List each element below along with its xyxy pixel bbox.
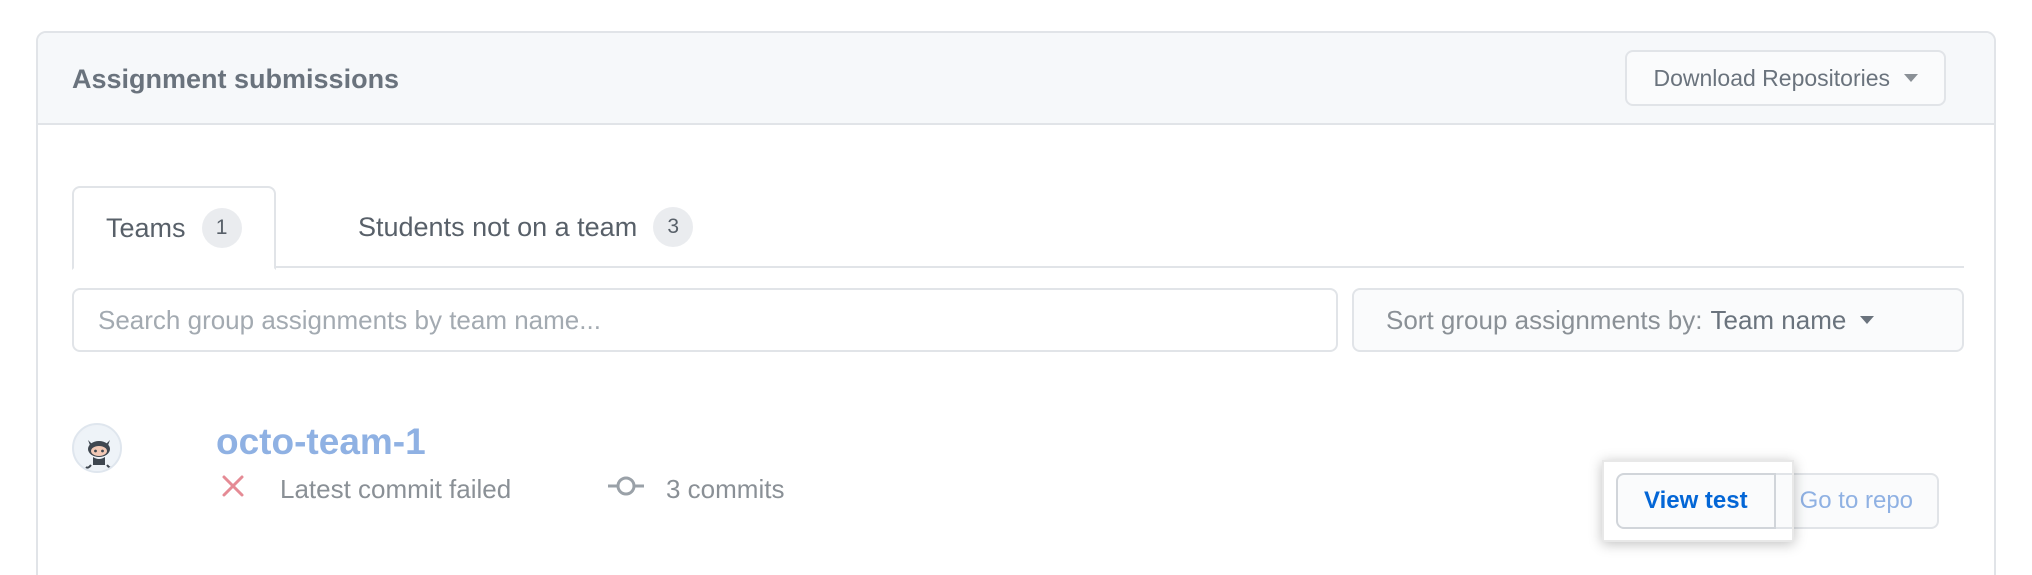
tab-label: Students not on a team bbox=[358, 211, 638, 242]
commit-count-text: 3 commits bbox=[666, 474, 785, 504]
caret-down-icon bbox=[1904, 74, 1918, 82]
view-test-button[interactable]: View test bbox=[1616, 473, 1776, 529]
tab-count-badge: 1 bbox=[201, 208, 242, 248]
commit-status-text: Latest commit failed bbox=[280, 474, 512, 504]
panel-title: Assignment submissions bbox=[72, 64, 400, 94]
panel-header: Assignment submissions Download Reposito… bbox=[38, 33, 1994, 125]
sort-value: Team name bbox=[1710, 304, 1847, 335]
go-to-repo-button[interactable]: Go to repo bbox=[1775, 473, 1940, 529]
commit-count: 3 commits bbox=[606, 473, 784, 506]
caret-down-icon bbox=[1860, 316, 1875, 324]
octocat-avatar-icon bbox=[72, 423, 122, 473]
download-repositories-label: Download Repositories bbox=[1653, 64, 1890, 91]
commit-status: Latest commit failed bbox=[220, 473, 511, 506]
tab-count-badge: 3 bbox=[653, 207, 694, 247]
sort-label: Sort group assignments by: bbox=[1386, 304, 1703, 335]
git-commit-icon bbox=[606, 473, 646, 506]
assignment-submissions-panel: Assignment submissions Download Reposito… bbox=[36, 31, 1996, 575]
tab-label: Teams bbox=[106, 212, 186, 243]
tab-students-not-on-team[interactable]: Students not on a team 3 bbox=[326, 186, 725, 268]
search-input[interactable] bbox=[72, 288, 1338, 352]
row-actions: View test Go to repo bbox=[1616, 473, 1940, 529]
submission-tabs: Teams 1 Students not on a team 3 bbox=[72, 156, 1964, 270]
sort-dropdown[interactable]: Sort group assignments by: Team name bbox=[1352, 288, 1964, 352]
team-name-link[interactable]: octo-team-1 bbox=[216, 421, 426, 463]
x-icon bbox=[220, 473, 246, 506]
download-repositories-button[interactable]: Download Repositories bbox=[1625, 50, 1946, 106]
tab-teams[interactable]: Teams 1 bbox=[72, 186, 276, 270]
